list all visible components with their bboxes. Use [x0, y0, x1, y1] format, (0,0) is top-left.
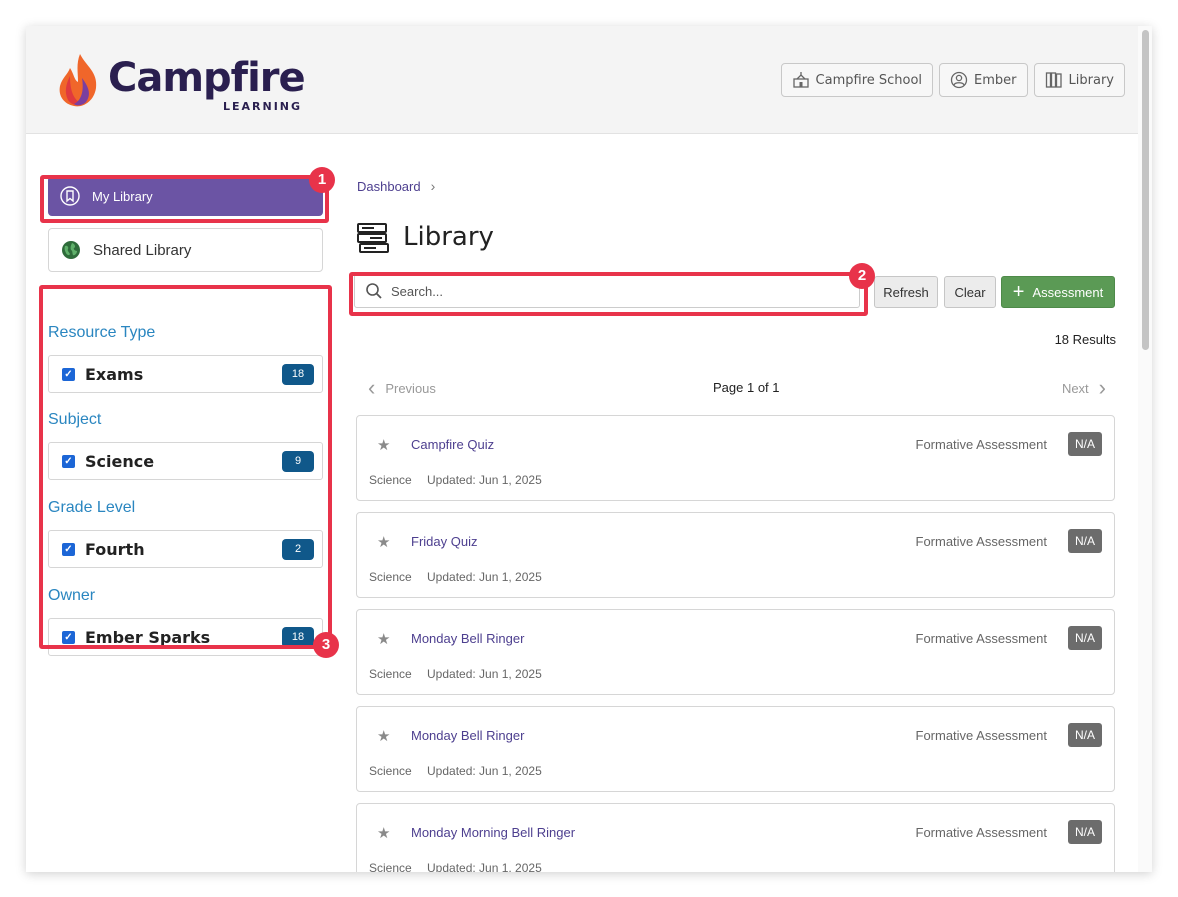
add-assessment-label: Assessment	[1032, 284, 1104, 300]
chevron-right-icon: ›	[1098, 375, 1106, 400]
breadcrumb-dashboard-link[interactable]: Dashboard	[357, 179, 421, 194]
card-type: Formative Assessment	[915, 534, 1048, 549]
status-badge: N/A	[1068, 820, 1102, 844]
header-buttons: Campfire School Ember Library	[780, 63, 1125, 97]
globe-icon	[62, 241, 80, 259]
status-badge: N/A	[1068, 529, 1102, 553]
chevron-right-icon: ›	[430, 178, 436, 194]
nav-shared-library[interactable]: Shared Library	[48, 228, 323, 272]
books-icon	[357, 223, 389, 253]
user-circle-icon	[950, 71, 968, 89]
add-assessment-button[interactable]: + Assessment	[1001, 276, 1115, 308]
star-icon[interactable]: ★	[377, 727, 390, 745]
card-subject: Science	[369, 667, 412, 681]
card-type: Formative Assessment	[915, 437, 1048, 452]
page-indicator: Page 1 of 1	[713, 380, 780, 395]
card-title-link[interactable]: Monday Bell Ringer	[411, 728, 524, 743]
pagination: ‹ Previous Page 1 of 1 Next ›	[356, 375, 1116, 404]
annotation-number-3: 3	[313, 632, 339, 658]
clear-button[interactable]: Clear	[944, 276, 996, 308]
logo-subtitle: LEARNING	[223, 100, 303, 113]
page-title: Library	[403, 222, 494, 252]
card-subject: Science	[369, 473, 412, 487]
library-button-label: Library	[1068, 72, 1114, 88]
status-badge: N/A	[1068, 723, 1102, 747]
school-button-label: Campfire School	[815, 72, 923, 88]
assessment-card[interactable]: ★ Monday Bell Ringer Formative Assessmen…	[356, 706, 1115, 792]
next-label: Next	[1061, 380, 1089, 396]
card-updated: Updated: Jun 1, 2025	[427, 570, 542, 584]
card-title-link[interactable]: Monday Morning Bell Ringer	[411, 825, 575, 840]
card-updated: Updated: Jun 1, 2025	[427, 473, 542, 487]
status-badge: N/A	[1068, 626, 1102, 650]
card-title-link[interactable]: Campfire Quiz	[411, 437, 494, 452]
status-badge: N/A	[1068, 432, 1102, 456]
next-page-button[interactable]: Next ›	[1061, 375, 1106, 400]
scrollbar-thumb[interactable]	[1142, 30, 1149, 350]
header: Campfire LEARNING Campfire School Ember …	[26, 26, 1138, 134]
library-button[interactable]: Library	[1033, 63, 1125, 97]
previous-page-button[interactable]: ‹ Previous	[368, 375, 436, 400]
user-button-label: Ember	[974, 72, 1017, 88]
refresh-button[interactable]: Refresh	[874, 276, 938, 308]
assessment-card[interactable]: ★ Friday Quiz Formative Assessment N/A S…	[356, 512, 1115, 598]
card-type: Formative Assessment	[915, 825, 1048, 840]
chevron-left-icon: ‹	[368, 375, 376, 400]
assessment-card[interactable]: ★ Campfire Quiz Formative Assessment N/A…	[356, 415, 1115, 501]
annotation-number-2: 2	[849, 263, 875, 289]
card-type: Formative Assessment	[915, 631, 1048, 646]
star-icon[interactable]: ★	[377, 533, 390, 551]
card-subject: Science	[369, 764, 412, 778]
logo-wordmark: Campfire	[108, 55, 306, 101]
card-updated: Updated: Jun 1, 2025	[427, 667, 542, 681]
nav-shared-library-label: Shared Library	[93, 241, 192, 259]
annotation-box-3	[39, 285, 332, 649]
star-icon[interactable]: ★	[377, 824, 390, 842]
annotation-box-2	[349, 272, 868, 316]
assessment-card[interactable]: ★ Monday Bell Ringer Formative Assessmen…	[356, 609, 1115, 695]
annotation-number-1: 1	[309, 167, 335, 193]
annotation-box-1	[40, 175, 329, 223]
card-title-link[interactable]: Monday Bell Ringer	[411, 631, 524, 646]
card-title-link[interactable]: Friday Quiz	[411, 534, 477, 549]
app-window: Campfire LEARNING Campfire School Ember …	[26, 26, 1152, 872]
card-subject: Science	[369, 570, 412, 584]
results-count: 18 Results	[1054, 332, 1116, 347]
card-subject: Science	[369, 861, 412, 872]
library-icon	[1045, 72, 1062, 88]
campfire-logo[interactable]: Campfire LEARNING	[56, 52, 316, 114]
card-updated: Updated: Jun 1, 2025	[427, 861, 542, 872]
school-button[interactable]: Campfire School	[780, 63, 934, 97]
card-updated: Updated: Jun 1, 2025	[427, 764, 542, 778]
previous-label: Previous	[385, 380, 436, 396]
breadcrumb: Dashboard ›	[357, 178, 435, 194]
star-icon[interactable]: ★	[377, 630, 390, 648]
flame-logo-icon	[59, 54, 97, 107]
school-icon	[792, 72, 809, 88]
card-type: Formative Assessment	[915, 728, 1048, 743]
user-button[interactable]: Ember	[939, 63, 1028, 97]
assessment-card[interactable]: ★ Monday Morning Bell Ringer Formative A…	[356, 803, 1115, 872]
star-icon[interactable]: ★	[377, 436, 390, 454]
plus-icon: +	[1012, 281, 1025, 303]
vertical-scrollbar[interactable]	[1138, 26, 1152, 872]
